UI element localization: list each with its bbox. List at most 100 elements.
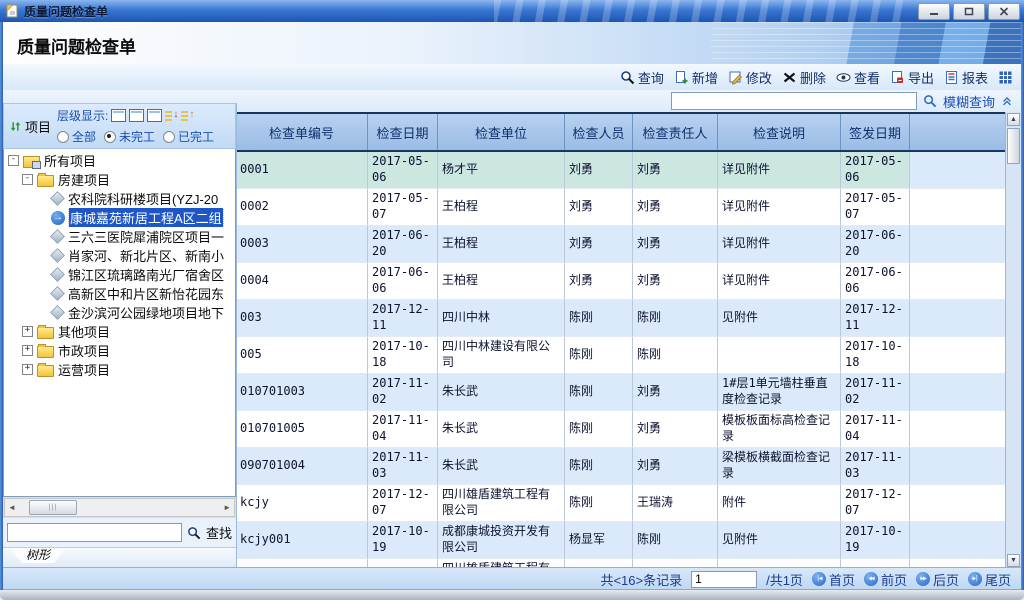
find-button[interactable]: 查找 <box>206 523 232 542</box>
display-mode-icon-3[interactable] <box>147 109 162 122</box>
export-button[interactable]: 导出 <box>890 68 934 87</box>
column-header[interactable]: 签发日期 <box>841 114 910 150</box>
expand-icon[interactable]: + <box>22 345 33 356</box>
tree-item[interactable]: 三六三医院犀浦院区项目一 <box>4 227 235 246</box>
table-row[interactable]: 00022017-05-07王柏程刘勇刘勇详见附件2017-05-07 <box>236 189 1005 226</box>
table-row[interactable]: 0052017-10-18四川中林建设有限公司陈刚陈刚2017-10-18 <box>236 337 1005 374</box>
scroll-right-arrow-icon[interactable]: ► <box>223 503 231 512</box>
view-button[interactable]: 查看 <box>836 68 880 87</box>
table-vertical-scrollbar[interactable]: ▲ ▼ <box>1005 112 1021 568</box>
table-cell: 模板板面标高检查记录 <box>718 411 841 448</box>
page-number-input[interactable] <box>691 571 757 588</box>
scroll-up-arrow-icon[interactable]: ▲ <box>1007 113 1020 126</box>
page-title: 质量问题检查单 <box>17 33 136 58</box>
display-mode-icon-2[interactable] <box>129 109 144 122</box>
fuzzy-query-button[interactable]: 模糊查询 <box>943 92 995 111</box>
table-cell: 详见附件 <box>718 152 841 189</box>
expand-icon[interactable]: + <box>22 326 33 337</box>
tree-item[interactable]: -房建项目 <box>4 170 235 189</box>
scrollbar-thumb[interactable] <box>1007 128 1020 164</box>
table-cell: 0002 <box>236 189 368 226</box>
tree-item-label: 其他项目 <box>58 322 110 341</box>
radio-button-icon[interactable] <box>163 131 175 143</box>
table-row[interactable]: 0907010042017-11-03朱长武陈刚刘勇梁模板横截面检查记录2017… <box>236 448 1005 485</box>
radio-button-icon[interactable] <box>104 131 116 143</box>
scroll-left-arrow-icon[interactable]: ◄ <box>8 503 16 512</box>
query-button[interactable]: 查询 <box>620 68 664 87</box>
tree-item[interactable]: 锦江区琉璃路南光厂宿舍区 <box>4 265 235 284</box>
table-row[interactable]: 0107010052017-11-04朱长武陈刚刘勇模板板面标高检查记录2017… <box>236 411 1005 448</box>
column-header-filler <box>910 114 1005 150</box>
refresh-icon[interactable] <box>9 120 22 133</box>
table-cell: 刘勇 <box>633 448 718 485</box>
scrollbar-thumb[interactable]: ||| <box>29 500 77 515</box>
column-header[interactable]: 检查单位 <box>438 114 565 150</box>
tree-item[interactable]: →康城嘉苑新居工程A区二组 <box>4 208 235 227</box>
grid-view-button[interactable] <box>998 70 1013 85</box>
collapse-icon[interactable]: - <box>22 174 33 185</box>
scroll-down-arrow-icon[interactable]: ▼ <box>1007 554 1020 567</box>
table-row[interactable]: 00042017-06-06王柏程刘勇刘勇详见附件2017-06-06 <box>236 263 1005 300</box>
column-header[interactable]: 检查责任人 <box>633 114 718 150</box>
tree-item[interactable]: 农科院科研楼项目(YZJ-20 <box>4 189 235 208</box>
root-folder-icon <box>23 156 40 168</box>
tree-item-label: 运营项目 <box>58 360 110 379</box>
tree-item[interactable]: -所有项目 <box>4 151 235 170</box>
delete-button[interactable]: 删除 <box>782 68 826 87</box>
table-cell: 四川中林 <box>438 300 565 337</box>
table-row[interactable]: 0032017-12-11四川中林陈刚陈刚见附件2017-12-11 <box>236 300 1005 337</box>
close-button[interactable] <box>988 3 1020 20</box>
tree-horizontal-scrollbar[interactable]: ◄ ||| ► <box>4 498 235 517</box>
radio-已完工[interactable]: 已完工 <box>163 128 214 145</box>
radio-button-icon[interactable] <box>57 131 69 143</box>
tree-item[interactable]: +市政项目 <box>4 341 235 360</box>
next-page-button[interactable]: ▶▶ 后页 <box>916 570 959 589</box>
report-icon <box>944 70 959 85</box>
table-row[interactable]: kcjy2017-12-07四川雄盾建筑工程有限公司陈刚王瑞涛附件2017-12… <box>236 485 1005 522</box>
table-row[interactable]: 0107010032017-11-02朱长武陈刚刘勇1#层1单元墙柱垂直度检查记… <box>236 374 1005 411</box>
table-cell: 1#层1单元墙柱垂直度检查记录 <box>718 374 841 411</box>
radio-未完工[interactable]: 未完工 <box>104 128 155 145</box>
modify-button[interactable]: 修改 <box>728 68 772 87</box>
table-cell: 2017-06-20 <box>841 226 910 263</box>
add-button[interactable]: 新增 <box>674 68 718 87</box>
collapse-icon[interactable]: - <box>8 155 19 166</box>
tree-item-label: 三六三医院犀浦院区项目一 <box>68 227 224 246</box>
grid-icon <box>998 70 1013 85</box>
tree-item[interactable]: + 其他项目 <box>4 322 235 341</box>
column-header[interactable]: 检查日期 <box>368 114 438 150</box>
column-header[interactable]: 检查人员 <box>565 114 633 150</box>
radio-全部[interactable]: 全部 <box>57 128 96 145</box>
sort-asc-icon[interactable] <box>181 110 194 122</box>
minimize-button[interactable] <box>918 3 950 20</box>
tree-find-input[interactable] <box>7 523 182 542</box>
column-header[interactable]: 检查单编号 <box>236 114 368 150</box>
prev-page-button[interactable]: ◀◀ 前页 <box>864 570 907 589</box>
header-building-art <box>711 22 1021 64</box>
first-page-button[interactable]: |◀ 首页 <box>812 570 855 589</box>
table-cell: kcjy <box>236 485 368 522</box>
table-cell: 0001 <box>236 152 368 189</box>
table-cell: 2017-12-07 <box>368 485 438 522</box>
expand-icon[interactable]: + <box>22 364 33 375</box>
column-header[interactable]: 检查说明 <box>718 114 841 150</box>
tree-item[interactable]: 金沙滨河公园绿地项目地下 <box>4 303 235 322</box>
maximize-button[interactable] <box>953 3 985 20</box>
tree-item[interactable]: + 运营项目 <box>4 360 235 379</box>
last-page-button[interactable]: ▶| 尾页 <box>968 570 1011 589</box>
quick-search-input[interactable] <box>671 92 917 110</box>
table-row[interactable]: 00032017-06-20王柏程刘勇刘勇详见附件2017-06-20 <box>236 226 1005 263</box>
tree-item[interactable]: 肖家河、新北片区、新南小 <box>4 246 235 265</box>
table-row[interactable]: kcjy0012017-10-19成都康城投资开发有限公司杨显军陈刚见附件201… <box>236 522 1005 559</box>
sort-desc-icon[interactable] <box>165 110 178 122</box>
report-button[interactable]: 报表 <box>944 68 988 87</box>
tree-item[interactable]: 高新区中和片区新怡花园东 <box>4 284 235 303</box>
table-row[interactable]: 00012017-05-06杨才平刘勇刘勇详见附件2017-05-06 <box>236 152 1005 189</box>
collapse-chevron-icon[interactable] <box>1001 95 1013 107</box>
table-cell: 2017-06-06 <box>368 263 438 300</box>
table-cell: 朱长武 <box>438 448 565 485</box>
display-mode-icon-1[interactable] <box>111 109 126 122</box>
window-title: 质量问题检查单 <box>24 3 108 20</box>
project-panel: 项目 层级显示: 全部未完工已完工 -所有项目-房建项目农科院科研楼项目(YZJ… <box>3 103 237 568</box>
tab-tree-view[interactable]: 树形 <box>11 548 65 563</box>
